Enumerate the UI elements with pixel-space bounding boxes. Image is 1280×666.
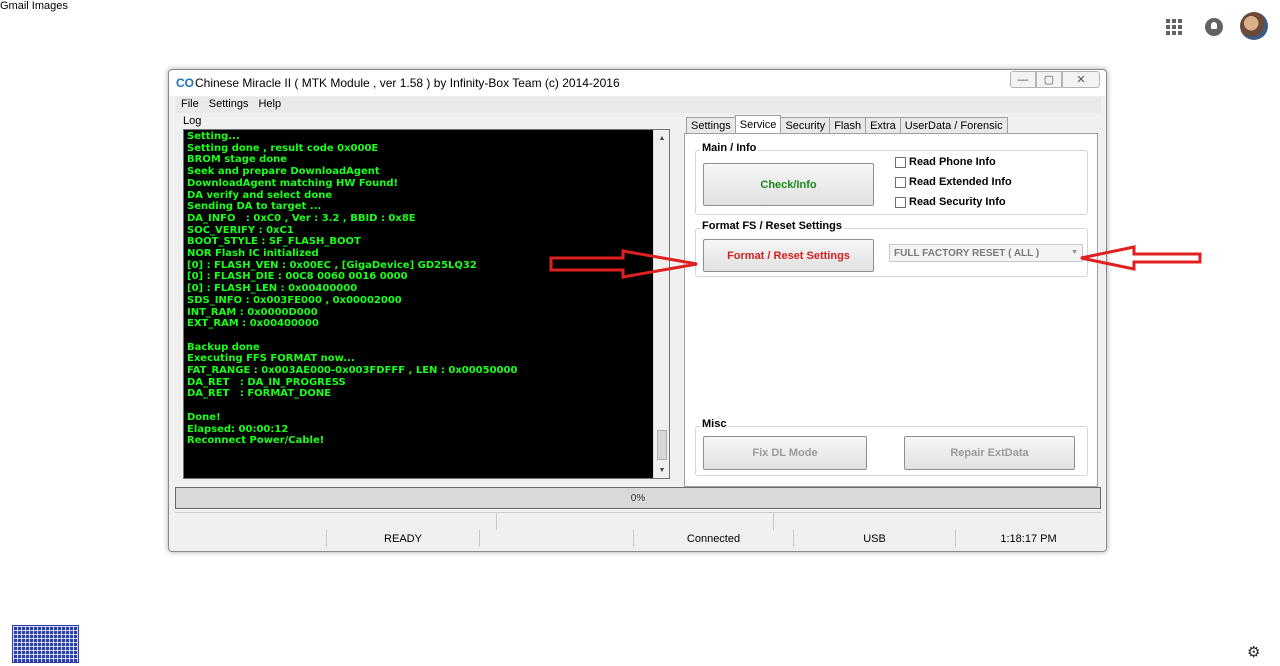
status-bar-top <box>175 512 1101 530</box>
tab-settings[interactable]: Settings <box>686 117 736 133</box>
apps-grid-icon[interactable] <box>1166 19 1182 35</box>
minimize-button[interactable]: — <box>1010 71 1036 88</box>
log-scrollbar[interactable]: ▲ ▼ <box>653 130 669 478</box>
status-port: USB <box>794 530 956 547</box>
format-reset-title: Format FS / Reset Settings <box>700 220 844 232</box>
reset-mode-value: FULL FACTORY RESET ( ALL ) <box>894 248 1040 259</box>
status-time: 1:18:17 PM <box>1000 532 1057 545</box>
annotation-arrow-left-icon <box>549 249 698 279</box>
avatar[interactable] <box>1240 12 1268 40</box>
checkbox-label: Read Phone Info <box>909 156 996 168</box>
read-extended-info-checkbox[interactable]: Read Extended Info <box>895 176 1012 188</box>
google-top-bar: Gmail Images <box>0 0 1280 40</box>
misc-group: Misc Fix DL Mode Repair ExtData <box>695 418 1088 476</box>
format-reset-group: Format FS / Reset Settings Format / Rese… <box>695 220 1088 277</box>
gear-icon[interactable]: ⚙ <box>1247 643 1260 661</box>
checkbox-box[interactable] <box>895 156 906 168</box>
main-info-title: Main / Info <box>700 142 759 154</box>
title-bar: CO Chinese Miracle II ( MTK Module , ver… <box>169 70 1106 96</box>
scroll-thumb[interactable] <box>657 430 667 460</box>
misc-title: Misc <box>700 418 729 430</box>
menu-bar: File Settings Help <box>176 97 1101 113</box>
menu-file[interactable]: File <box>176 97 204 113</box>
tab-flash[interactable]: Flash <box>829 117 867 133</box>
maximize-button[interactable]: ▢ <box>1036 71 1062 88</box>
status-connection: Connected <box>634 530 794 547</box>
images-link[interactable]: Images <box>32 0 68 12</box>
scroll-down-icon[interactable]: ▼ <box>654 462 670 478</box>
main-info-group: Main / Info Check/Info Read Phone Info R… <box>695 142 1088 215</box>
check-info-button[interactable]: Check/Info <box>703 163 874 206</box>
service-panel: Main / Info Check/Info Read Phone Info R… <box>684 133 1098 487</box>
scroll-up-icon[interactable]: ▲ <box>654 130 670 146</box>
tab-extra[interactable]: Extra <box>865 117 901 133</box>
notifications-bell-icon[interactable] <box>1205 18 1223 36</box>
reset-mode-select[interactable]: FULL FACTORY RESET ( ALL ) ▼ <box>889 244 1083 262</box>
tab-service[interactable]: Service <box>734 115 782 133</box>
status-bar: READY Connected USB 1:18:17 PM <box>175 530 1101 547</box>
tab-security[interactable]: Security <box>780 117 831 133</box>
app-window: CO Chinese Miracle II ( MTK Module , ver… <box>168 69 1107 552</box>
checkbox-label: Read Security Info <box>909 196 1006 208</box>
status-cell <box>175 513 497 530</box>
status-cell <box>774 513 1101 530</box>
dropdown-arrow-icon[interactable]: ▼ <box>1071 249 1078 256</box>
log-text: Setting... Setting done , result code 0x… <box>187 131 518 447</box>
fix-dl-mode-button[interactable]: Fix DL Mode <box>703 436 867 470</box>
close-button[interactable]: ✕ <box>1062 71 1100 88</box>
annotation-arrow-right-icon <box>1080 245 1202 271</box>
read-phone-info-checkbox[interactable]: Read Phone Info <box>895 156 996 168</box>
window-title: Chinese Miracle II ( MTK Module , ver 1.… <box>195 76 620 90</box>
module-tabs: Settings Service Security Flash Extra Us… <box>686 115 1008 133</box>
status-cell <box>497 513 774 530</box>
progress-label: 0% <box>630 492 646 504</box>
checkbox-box[interactable] <box>895 196 906 208</box>
menu-help[interactable]: Help <box>253 97 286 113</box>
tab-userdata-forensic[interactable]: UserData / Forensic <box>899 117 1008 133</box>
progress-bar: 0% <box>175 487 1101 509</box>
app-logo-icon: CO <box>176 76 194 90</box>
status-cell-empty <box>175 530 327 547</box>
gmail-link[interactable]: Gmail <box>0 0 29 12</box>
format-reset-button[interactable]: Format / Reset Settings <box>703 239 874 272</box>
log-output[interactable]: Setting... Setting done , result code 0x… <box>183 129 670 479</box>
menu-settings[interactable]: Settings <box>204 97 254 113</box>
checkbox-label: Read Extended Info <box>909 176 1012 188</box>
status-ready: READY <box>327 530 480 547</box>
checkbox-box[interactable] <box>895 176 906 188</box>
repair-extdata-button[interactable]: Repair ExtData <box>904 436 1075 470</box>
status-cell-empty <box>480 530 634 547</box>
thumbnail-image[interactable] <box>12 625 79 663</box>
read-security-info-checkbox[interactable]: Read Security Info <box>895 196 1006 208</box>
log-label: Log <box>183 115 202 127</box>
